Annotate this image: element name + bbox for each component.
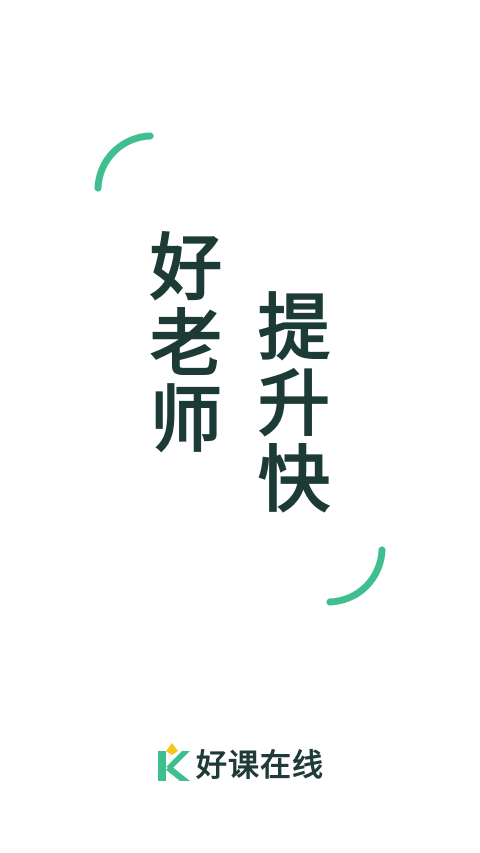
slogan-char: 提: [258, 286, 331, 370]
slogan-char: 师: [150, 378, 223, 462]
decorative-arc-top: [94, 132, 154, 192]
k-logo-icon: [158, 742, 190, 781]
brand-name: 好课在线: [196, 748, 324, 784]
slogan-char: 升: [258, 362, 331, 446]
slogan-column-right: 提 升 快: [258, 290, 330, 518]
slogan-char: 快: [258, 438, 331, 522]
brand-footer: 好课在线: [0, 740, 480, 785]
slogan-column-left: 好 老 师: [150, 230, 222, 458]
decorative-arc-bottom: [326, 546, 386, 606]
slogan-char: 好: [150, 226, 223, 310]
slogan-char: 老: [150, 302, 223, 386]
